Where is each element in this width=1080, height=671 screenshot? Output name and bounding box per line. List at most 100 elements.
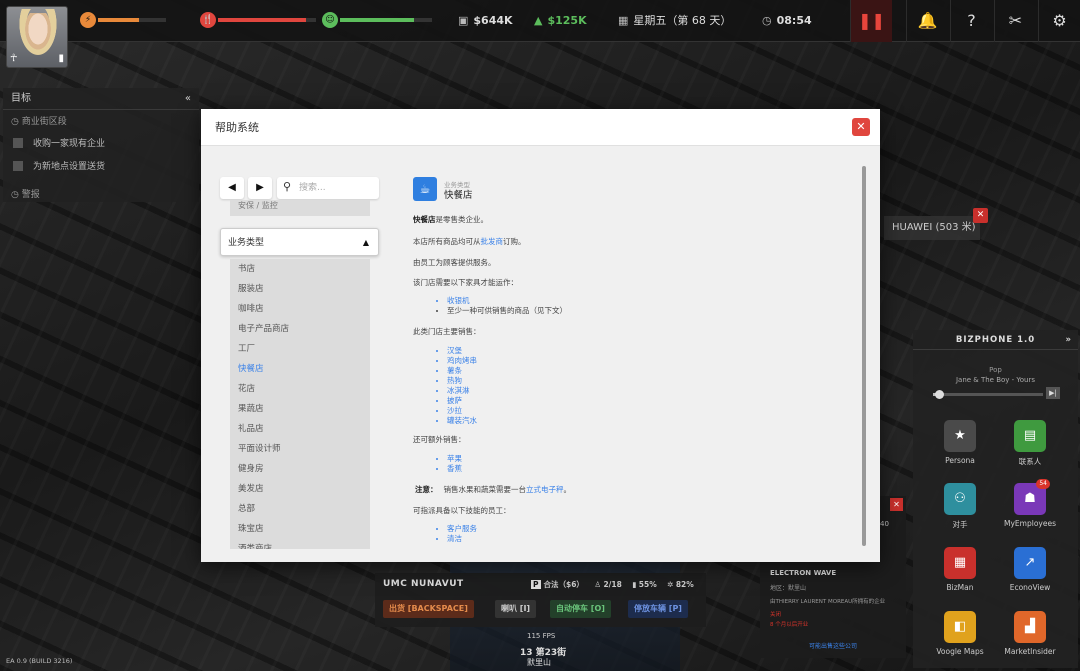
article-intro: 快餐店是零售类企业。 (413, 215, 488, 224)
app-econoview[interactable]: ↗ EconoView (995, 547, 1065, 592)
list-item[interactable]: 清洁 (447, 534, 477, 544)
skills-heading: 可指派具备以下技能的员工： (413, 506, 511, 515)
back-button[interactable]: ◀ (220, 177, 244, 199)
list-item[interactable]: 沙拉 (447, 406, 477, 416)
list-item[interactable]: 汉堡 (447, 346, 477, 356)
alerts-section[interactable]: ◷ 警报 (3, 183, 199, 204)
app-myemployees[interactable]: ☗ 54 MyEmployees (995, 479, 1065, 528)
notifications-button[interactable]: 🔔 (906, 0, 948, 42)
bizphone-panel: BIZPHONE 1.0 » Pop Jane & The Boy - Your… (913, 330, 1078, 668)
objective-task[interactable]: 收购一家现有企业 (3, 131, 199, 154)
map-destination-label[interactable]: HUAWEI (503 米) (884, 216, 980, 240)
list-item[interactable]: 苹果 (447, 454, 462, 464)
topic-item[interactable]: 果蔬店 (230, 399, 370, 419)
app-marketinsider[interactable]: ▟ MarketInsider (995, 611, 1065, 656)
music-genre: Pop (989, 366, 1002, 374)
fuel-icon: ▮ (632, 580, 637, 589)
fast-food-icon: ☕ (413, 177, 437, 201)
app-contacts[interactable]: ▤ 联系人 (995, 420, 1065, 467)
topic-item[interactable]: 健身房 (230, 459, 370, 479)
forward-button[interactable]: ▶ (248, 177, 272, 199)
topic-item[interactable]: 酒类商店 (230, 539, 370, 549)
list-item[interactable]: 收银机 (447, 296, 567, 306)
exit-vehicle-button[interactable]: 出货 [BACKSPACE] (383, 600, 474, 618)
business-link[interactable]: 可能出售这些公司 (760, 641, 906, 650)
topic-item[interactable]: 咖啡店 (230, 299, 370, 319)
bizphone-header: BIZPHONE 1.0 » (913, 330, 1078, 350)
tools-button[interactable]: ✂ (994, 0, 1036, 42)
vehicle-name: UMC NUNAVUT (383, 579, 464, 589)
list-item[interactable]: 薯条 (447, 366, 477, 376)
topic-item[interactable]: 书店 (230, 259, 370, 279)
parking-status: 合法（$6） (543, 580, 584, 589)
settings-button[interactable]: ⚙ (1038, 0, 1080, 42)
time-display: ◷ 08:54 (762, 14, 812, 27)
close-icon[interactable]: ✕ (890, 498, 903, 511)
list-item[interactable]: 热狗 (447, 376, 477, 386)
extra-list: 苹果 香蕉 (437, 454, 462, 474)
app-persona[interactable]: ★ Persona (925, 420, 995, 465)
app-voogle-maps[interactable]: ◧ Voogle Maps (925, 611, 995, 656)
category-select[interactable]: 业务类型 ▲ (220, 228, 379, 256)
topic-list-previous[interactable]: 安保 / 监控 (230, 200, 370, 216)
list-item[interactable]: 罐装汽水 (447, 416, 477, 426)
clock-icon: ◷ (762, 14, 772, 27)
checkbox[interactable] (13, 160, 23, 171)
help-button[interactable]: ? (950, 0, 992, 42)
scrollbar[interactable] (862, 166, 866, 546)
close-button[interactable]: ✕ (852, 118, 870, 136)
phone-icon: ▮ (58, 53, 64, 64)
pause-button[interactable]: ❚❚ (850, 0, 892, 42)
wrench-icon: ✲ (667, 580, 674, 589)
topic-item[interactable]: 礼品店 (230, 419, 370, 439)
player-avatar[interactable]: ☥ ▮ (6, 6, 68, 68)
chevron-down-icon[interactable]: » (1066, 330, 1073, 350)
store-icon: ▦ (944, 547, 976, 579)
objective-section[interactable]: ◷ 商业街区段 (3, 110, 199, 131)
chart-icon: ↗ (1014, 547, 1046, 579)
app-rivals[interactable]: ⚇ 对手 (925, 483, 995, 530)
cash-display: ▣ $644K (458, 14, 513, 27)
collapse-icon[interactable]: « (185, 88, 191, 110)
topic-item[interactable]: 平面设计师 (230, 439, 370, 459)
seat-icon: ♙ (594, 580, 602, 589)
music-track: Jane & The Boy - Yours (955, 376, 1036, 384)
hunger-meter: 🍴 (200, 12, 320, 28)
close-icon[interactable]: ✕ (973, 208, 988, 223)
topic-item[interactable]: 花店 (230, 379, 370, 399)
objective-task[interactable]: 为新地点设置送货 (3, 154, 199, 177)
top-bar: ⚡ 🍴 ☺ ▣ $644K ▲ $125K ▦ 星期五（第 68 天） ◷ 08:54 … (0, 0, 1080, 42)
topic-item[interactable]: 珠宝店 (230, 519, 370, 539)
list-item: 至少一种可供销售的商品（见下文） (447, 306, 567, 316)
topic-item[interactable]: 美发店 (230, 479, 370, 499)
topic-item[interactable]: 总部 (230, 499, 370, 519)
search-input[interactable] (299, 180, 375, 196)
list-item[interactable]: 客户服务 (447, 524, 477, 534)
scale-link[interactable]: 立式电子秤 (526, 485, 564, 494)
skip-icon[interactable]: ▶| (1046, 387, 1060, 399)
search-box[interactable]: ⚲ (277, 177, 379, 199)
app-bizman[interactable]: ▦ BizMan (925, 547, 995, 592)
list-item[interactable]: 披萨 (447, 396, 477, 406)
topic-item-active[interactable]: 快餐店 (230, 359, 370, 379)
topic-list[interactable]: 书店 服装店 咖啡店 电子产品商店 工厂 快餐店 花店 果蔬店 礼品店 平面设计… (230, 259, 370, 549)
park-vehicle-button[interactable]: 停放车辆 [P] (628, 600, 688, 618)
gear-icon: ⚙ (1052, 11, 1067, 30)
topic-item[interactable]: 工厂 (230, 339, 370, 359)
parking-icon: P (531, 580, 541, 589)
list-item[interactable]: 鸡肉烤串 (447, 356, 477, 366)
horn-button[interactable]: 喇叭 [I] (495, 600, 537, 618)
autopark-button[interactable]: 自动停车 [O] (550, 600, 611, 618)
wholesaler-link[interactable]: 批发商 (481, 237, 504, 246)
list-item[interactable]: 冰淇淋 (447, 386, 477, 396)
music-progress-slider[interactable] (933, 390, 1043, 399)
modal-title: 帮助系统 (215, 121, 259, 134)
business-name: ELECTRON WAVE (770, 569, 837, 577)
checkbox[interactable] (13, 137, 23, 148)
topic-item[interactable]: 服装店 (230, 279, 370, 299)
list-item[interactable]: 香蕉 (447, 464, 462, 474)
pause-icon: ❚❚ (858, 11, 885, 30)
topic-item[interactable]: 电子产品商店 (230, 319, 370, 339)
objectives-panel: 目标 « ◷ 商业街区段 收购一家现有企业 为新地点设置送货 ◷ 警报 (3, 88, 199, 202)
fps-counter: 115 FPS (527, 632, 556, 640)
